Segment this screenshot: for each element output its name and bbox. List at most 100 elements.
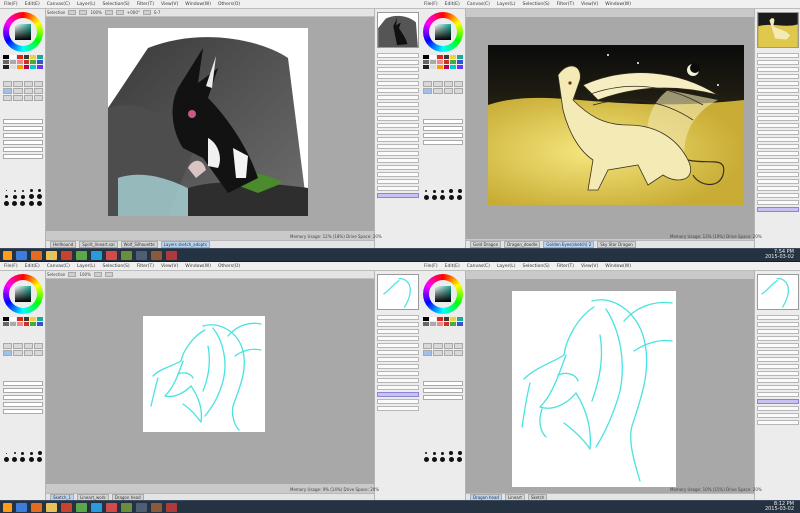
start-button[interactable] [3, 502, 12, 512]
layer-row[interactable] [377, 165, 419, 170]
min-size-slider[interactable] [3, 388, 43, 393]
airbrush-tool-button[interactable] [23, 350, 33, 356]
pen-tool-button[interactable] [423, 88, 433, 94]
layer-row[interactable] [757, 406, 799, 411]
layer-row[interactable] [757, 165, 799, 170]
layer-row[interactable] [377, 67, 419, 72]
move-tool-button[interactable] [3, 81, 13, 87]
layer-row[interactable] [377, 116, 419, 121]
layer-row[interactable] [377, 151, 419, 156]
menu-filter[interactable]: Filter(T) [137, 2, 154, 7]
app-icon[interactable] [166, 250, 177, 260]
eraser-tool-button[interactable] [33, 350, 43, 356]
layer-row[interactable] [377, 364, 419, 369]
ie-icon[interactable] [16, 250, 27, 260]
layer-row[interactable] [757, 357, 799, 362]
layer-row-selected[interactable] [757, 399, 799, 404]
brush-tool-button[interactable] [13, 88, 23, 94]
layer-row[interactable] [377, 172, 419, 177]
shape-select[interactable] [423, 140, 463, 145]
layer-row[interactable] [377, 130, 419, 135]
stabilizer-value[interactable]: S-7 [154, 10, 161, 15]
doc-tab[interactable]: Spirit_lineart.sai [79, 241, 118, 248]
saturation-value-square[interactable] [435, 286, 451, 302]
doc-tab[interactable]: Wolf_Silhouette [120, 241, 158, 248]
rotate-tool-button[interactable] [23, 343, 33, 349]
shape-select[interactable] [3, 402, 43, 407]
layer-row[interactable] [377, 53, 419, 58]
layer-row[interactable] [757, 385, 799, 390]
layer-row[interactable] [757, 60, 799, 65]
canvas-workspace[interactable] [466, 17, 754, 239]
system-clock[interactable]: 8:12 PM 2015-03-02 [765, 502, 794, 512]
layer-row[interactable] [377, 186, 419, 191]
layer-row[interactable] [757, 102, 799, 107]
menu-file[interactable]: File(F) [4, 264, 18, 269]
artwork-canvas[interactable] [512, 291, 676, 487]
navigator-thumbnail[interactable] [757, 12, 799, 48]
layer-row[interactable] [377, 406, 419, 411]
steam-icon[interactable] [136, 250, 147, 260]
invert-selection-button[interactable] [79, 10, 88, 15]
menu-view[interactable]: View(V) [161, 264, 178, 269]
layer-row[interactable] [377, 158, 419, 163]
airbrush-tool-button[interactable] [23, 88, 33, 94]
layer-row[interactable] [757, 315, 799, 320]
hand-tool-button[interactable] [453, 81, 463, 87]
layer-row[interactable] [757, 329, 799, 334]
menu-filter[interactable]: Filter(T) [557, 264, 574, 269]
layer-row[interactable] [757, 392, 799, 397]
layer-row[interactable] [757, 151, 799, 156]
layer-row[interactable] [757, 67, 799, 72]
layer-row[interactable] [377, 315, 419, 320]
zoom-out-button[interactable] [104, 272, 113, 277]
menu-others[interactable]: Others(O) [218, 2, 240, 7]
layer-row[interactable] [757, 144, 799, 149]
layer-row[interactable] [757, 186, 799, 191]
shape-select[interactable] [3, 140, 43, 145]
artwork-canvas[interactable] [143, 316, 265, 432]
brush-tool-button[interactable] [13, 350, 23, 356]
brush-size-presets[interactable] [3, 451, 43, 462]
canvas-workspace[interactable] [466, 279, 754, 501]
brush-size-presets[interactable] [3, 189, 43, 206]
density-slider[interactable] [3, 395, 43, 400]
menu-window[interactable]: Window(W) [185, 264, 211, 269]
layer-row[interactable] [757, 95, 799, 100]
selection-label[interactable]: Selection [47, 272, 65, 277]
layer-row[interactable] [757, 109, 799, 114]
rotate-tool-button[interactable] [23, 81, 33, 87]
menu-file[interactable]: File(F) [424, 2, 438, 7]
navigator-thumbnail[interactable] [377, 274, 419, 310]
color-wheel[interactable] [423, 12, 463, 52]
system-clock[interactable]: 7:54 PM 2015-03-02 [765, 250, 794, 260]
layer-row[interactable] [377, 74, 419, 79]
pen-tool-button[interactable] [423, 350, 433, 356]
layer-row[interactable] [377, 357, 419, 362]
layer-row[interactable] [757, 53, 799, 58]
doc-tab-active[interactable]: Layers sketch_adopts [160, 241, 210, 248]
marker-tool-button[interactable] [3, 95, 13, 101]
layer-row[interactable] [757, 420, 799, 425]
layer-row[interactable] [757, 158, 799, 163]
blending-slider[interactable] [3, 154, 43, 159]
eraser-tool-button[interactable] [453, 350, 463, 356]
layer-row[interactable] [757, 336, 799, 341]
swatch-palette[interactable] [423, 317, 463, 326]
menu-canvas[interactable]: Canvas(C) [467, 264, 490, 269]
layer-row[interactable] [377, 399, 419, 404]
water-tool-button[interactable] [23, 95, 33, 101]
density-slider[interactable] [423, 395, 463, 400]
layer-row[interactable] [377, 109, 419, 114]
layer-row[interactable] [757, 88, 799, 93]
menu-window[interactable]: Window(W) [185, 2, 211, 7]
layer-row[interactable] [377, 343, 419, 348]
layer-row[interactable] [757, 350, 799, 355]
layer-row[interactable] [757, 364, 799, 369]
folder-icon[interactable] [46, 250, 57, 260]
brush-tool-button[interactable] [433, 88, 443, 94]
move-tool-button[interactable] [423, 343, 433, 349]
menu-edit[interactable]: Edit(E) [445, 264, 460, 269]
menu-canvas[interactable]: Canvas(C) [47, 2, 70, 7]
menu-view[interactable]: View(V) [161, 2, 178, 7]
